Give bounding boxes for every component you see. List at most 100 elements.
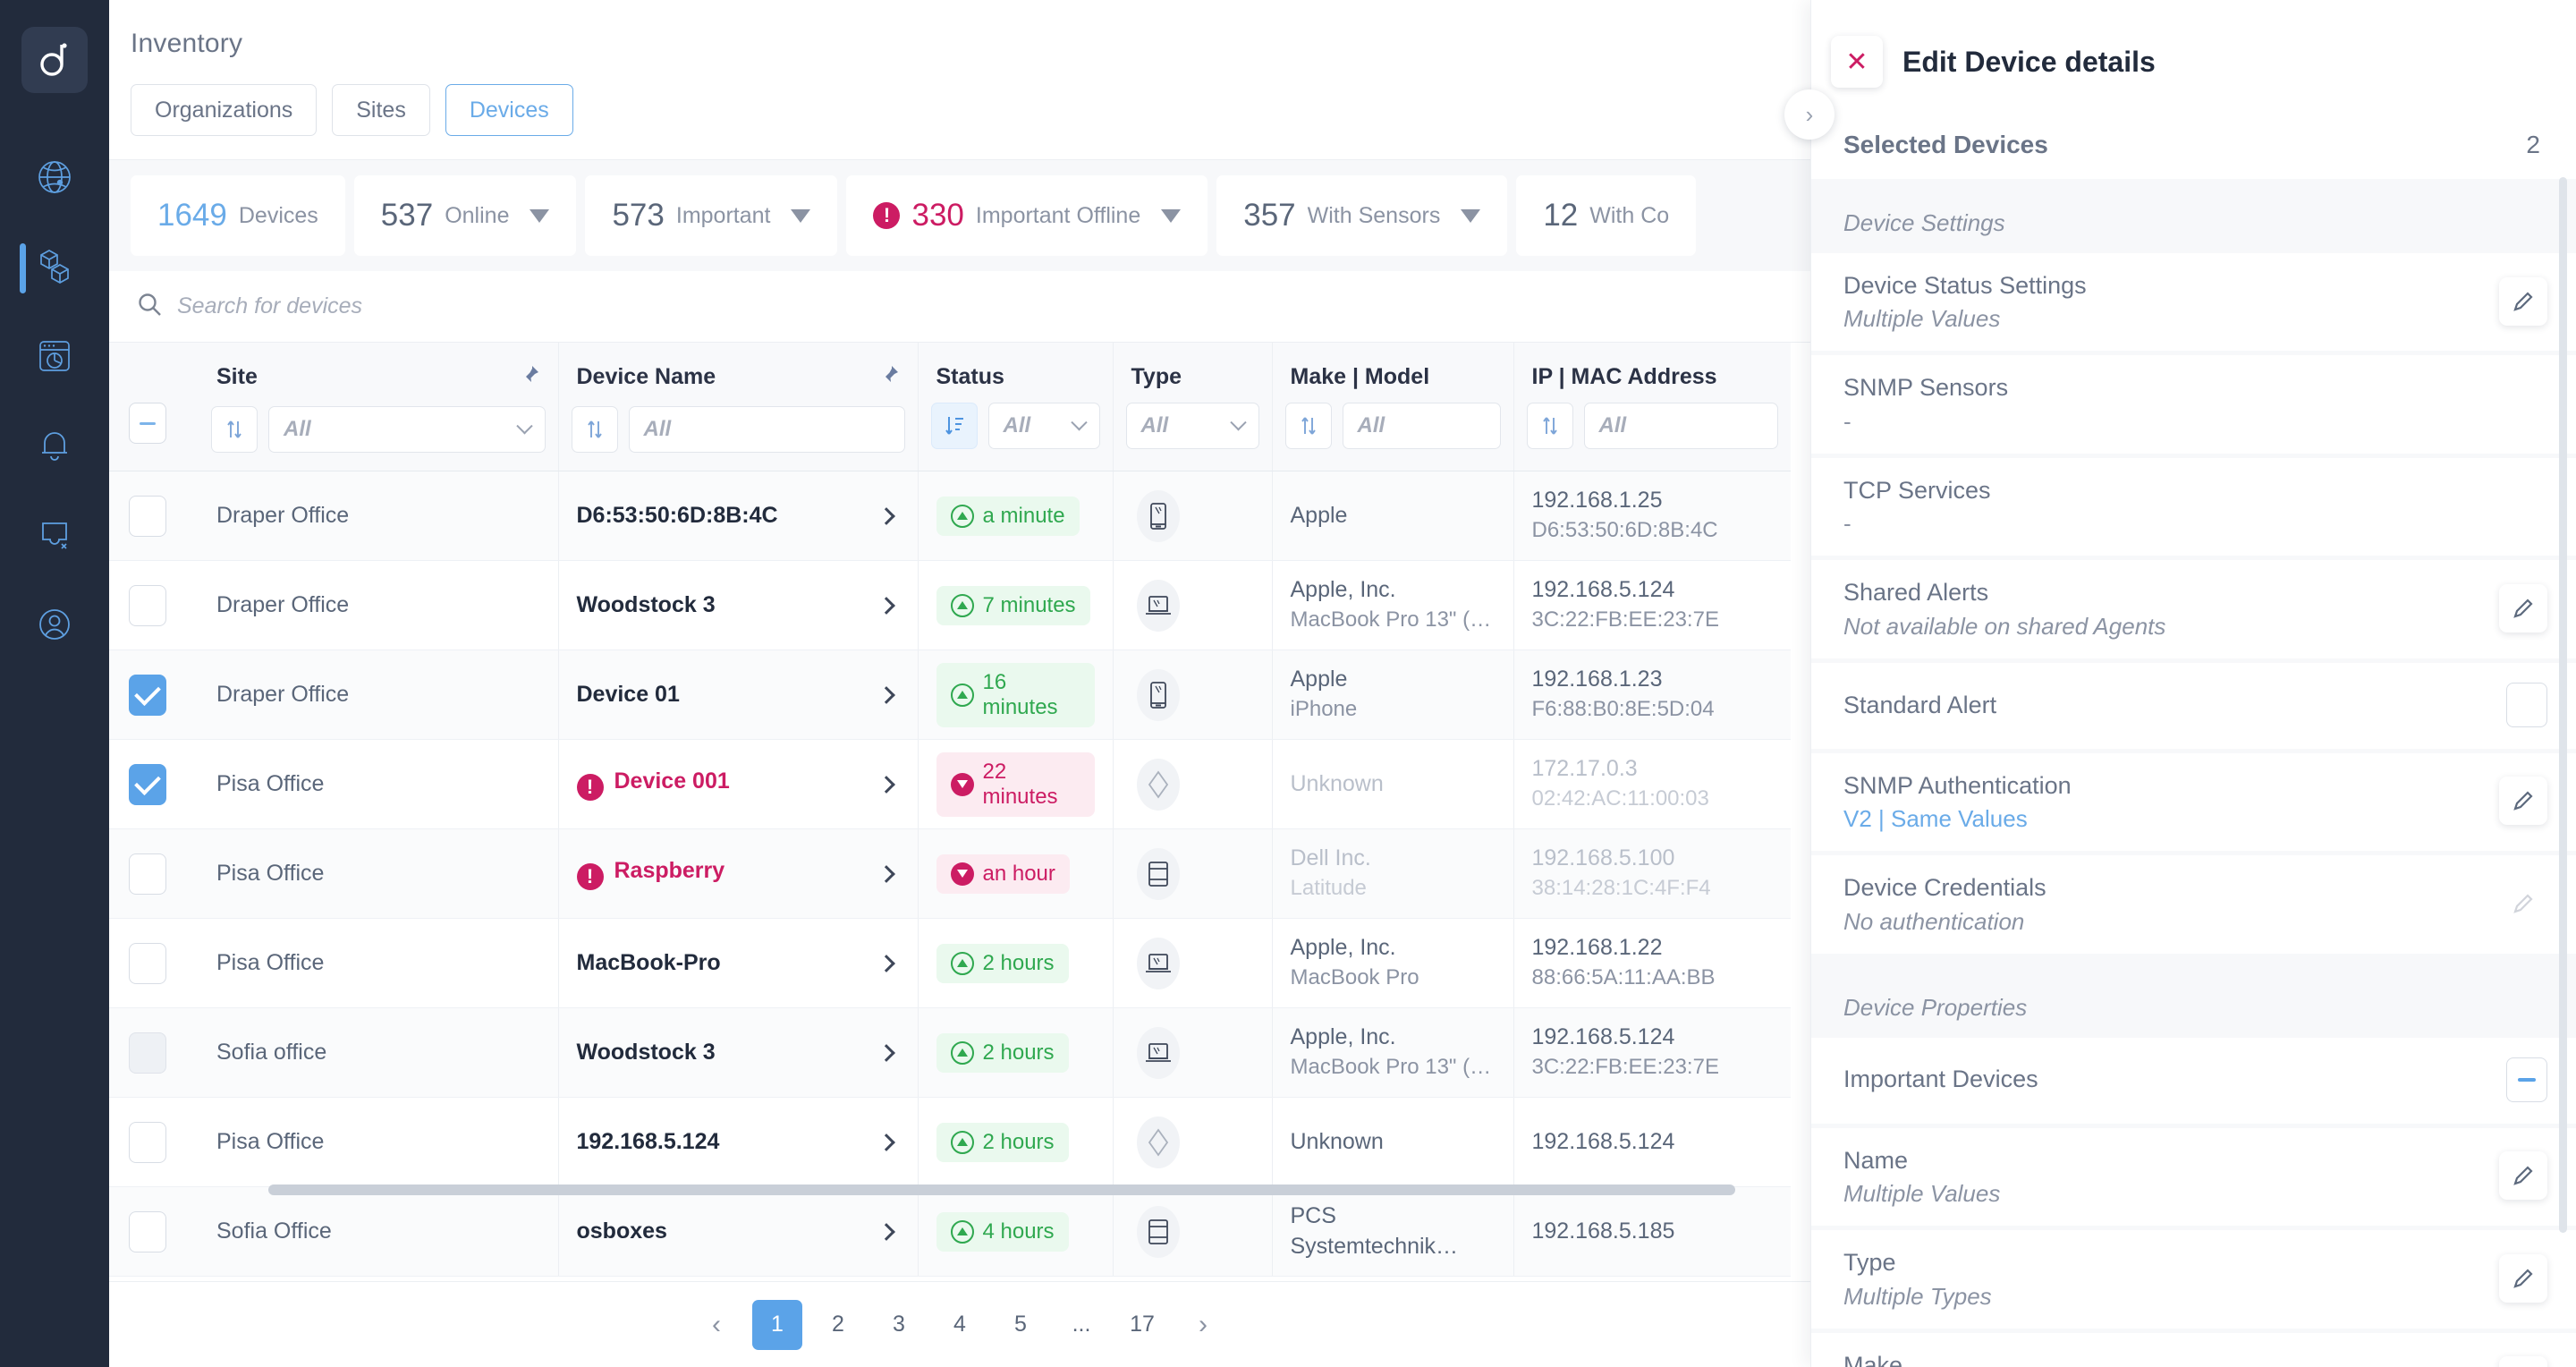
cell-device-name[interactable]: Woodstock 3 [558,1007,919,1098]
cell-select[interactable] [109,1186,199,1277]
cell-device-name[interactable]: ! Device 001 [558,739,919,829]
chevron-right-icon[interactable] [877,1133,895,1151]
row-checkbox[interactable] [129,853,166,895]
edit-pencil-button[interactable] [2499,1356,2547,1367]
sort-toggle-make[interactable] [1284,403,1332,449]
cell-device-name[interactable]: Woodstock 3 [558,560,919,650]
search-input[interactable] [177,293,714,319]
table-row[interactable]: Sofia Office osboxes 4 hours PCS Systemtech… [109,1186,1791,1277]
panel-property-row[interactable]: Device Credentials No authentication [1811,855,2576,954]
pin-icon[interactable] [877,364,900,394]
property-checkbox[interactable] [2506,682,2547,727]
stat-card-with-credentials[interactable]: 12 With Co [1516,175,1697,256]
chevron-right-icon[interactable] [877,864,895,883]
filter-site[interactable]: All [268,406,546,453]
prev-page-button[interactable]: ‹ [691,1299,741,1350]
row-checkbox[interactable] [129,763,166,805]
cell-select[interactable] [109,1097,199,1187]
chevron-right-icon[interactable] [877,954,895,972]
cell-select[interactable] [109,650,199,740]
stat-card-devices[interactable]: 1649 Devices [131,175,345,256]
tab-devices[interactable]: Devices [445,84,573,136]
filter-caret-icon[interactable] [791,208,811,223]
property-checkbox-indeterminate[interactable] [2506,1057,2547,1102]
stat-card-important-offline[interactable]: ! 330 Important Offline [846,175,1208,256]
page-button-4[interactable]: 4 [935,1299,985,1350]
page-button-2[interactable]: 2 [813,1299,863,1350]
row-checkbox[interactable] [129,584,166,626]
filter-ip[interactable]: All [1583,403,1778,449]
row-upload-indicator[interactable] [129,1032,166,1074]
panel-property-row[interactable]: Shared Alerts Not available on shared Age… [1811,560,2576,658]
sidebar-item-network[interactable] [0,134,109,224]
panel-vertical-scrollbar[interactable] [2559,177,2567,1233]
cell-device-name[interactable]: 192.168.5.124 [558,1097,919,1187]
edit-pencil-button[interactable] [2499,1151,2547,1201]
domotz-logo[interactable] [21,27,88,93]
cell-select[interactable] [109,739,199,829]
table-row[interactable]: Pisa Office ! Device 001 22 minutes Unknown 1… [109,739,1791,829]
sidebar-item-alerts[interactable] [0,403,109,492]
next-page-button[interactable]: › [1178,1299,1228,1350]
cell-device-name[interactable]: Device 01 [558,650,919,740]
cell-select[interactable] [109,1007,199,1098]
table-row[interactable]: Pisa Office ! Raspberry an hour Dell Inc. Lat… [109,828,1791,919]
chevron-right-icon[interactable] [877,775,895,794]
cell-device-name[interactable]: ! Raspberry [558,828,919,919]
horizontal-scrollbar[interactable] [268,1184,1803,1195]
pin-icon[interactable] [517,364,540,394]
stat-card-important[interactable]: 573 Important [585,175,838,256]
sidebar-item-integrations[interactable] [0,492,109,582]
sidebar-item-reports[interactable] [0,313,109,403]
chevron-right-icon[interactable] [877,685,895,704]
panel-property-row[interactable]: MakeMultiple Values [1811,1332,2576,1367]
tab-sites[interactable]: Sites [332,84,430,136]
table-row[interactable]: Pisa Office 192.168.5.124 2 hours Unknown 19… [109,1097,1791,1187]
sort-toggle-device-name[interactable] [571,406,618,453]
panel-property-row[interactable]: SNMP Authentication V2 | Same Values [1811,752,2576,852]
panel-property-row[interactable]: Device Status Settings Multiple Values [1811,253,2576,352]
cell-device-name[interactable]: D6:53:50:6D:8B:4C [558,471,919,561]
stat-card-online[interactable]: 537 Online [353,175,577,256]
tab-organizations[interactable]: Organizations [131,84,318,136]
filter-caret-icon[interactable] [1461,208,1481,223]
page-button-5[interactable]: 5 [996,1299,1046,1350]
row-checkbox[interactable] [129,1121,166,1163]
page-button-3[interactable]: 3 [874,1299,924,1350]
filter-caret-icon[interactable] [530,208,550,223]
panel-property-row[interactable]: Important Devices [1811,1037,2576,1124]
chevron-right-icon[interactable] [877,596,895,615]
chevron-right-icon[interactable] [877,506,895,525]
panel-property-row[interactable]: SNMP Sensors - [1811,355,2576,454]
sidebar-item-inventory[interactable] [0,224,109,313]
cell-device-name[interactable]: osboxes [558,1186,919,1277]
row-checkbox[interactable] [129,1210,166,1252]
sort-toggle-status[interactable] [930,403,978,449]
close-panel-button[interactable]: ✕ [1831,36,1883,88]
page-button-1[interactable]: 1 [752,1299,802,1350]
filter-make[interactable]: All [1342,403,1501,449]
cell-select[interactable] [109,828,199,919]
table-row[interactable]: Draper Office Woodstock 3 7 minutes Apple, … [109,560,1791,650]
cell-select[interactable] [109,560,199,650]
panel-property-row[interactable]: Name Multiple Values [1811,1127,2576,1227]
cell-select[interactable] [109,471,199,561]
select-all-checkbox[interactable] [129,403,166,444]
filter-type[interactable]: All [1125,403,1259,449]
stat-card-with-sensors[interactable]: 357 With Sensors [1216,175,1508,256]
edit-pencil-button[interactable] [2499,276,2547,326]
page-button-17[interactable]: 17 [1117,1299,1167,1350]
filter-status[interactable]: All [987,403,1100,449]
table-row[interactable]: Pisa Office MacBook-Pro 2 hours Apple, Inc.… [109,918,1791,1008]
cell-select[interactable] [109,918,199,1008]
scrollbar-thumb[interactable] [268,1184,1735,1195]
table-row[interactable]: Draper Office D6:53:50:6D:8B:4C a minute Ap… [109,471,1791,561]
filter-device-name[interactable]: All [628,406,905,453]
panel-property-row[interactable]: Standard Alert [1811,662,2576,749]
row-checkbox[interactable] [129,495,166,537]
sort-toggle-ip[interactable] [1526,403,1573,449]
panel-property-row[interactable]: Type Multiple Types [1811,1230,2576,1329]
filter-caret-icon[interactable] [1161,208,1182,223]
chevron-right-icon[interactable] [877,1222,895,1241]
panel-property-row[interactable]: TCP Services - [1811,457,2576,556]
